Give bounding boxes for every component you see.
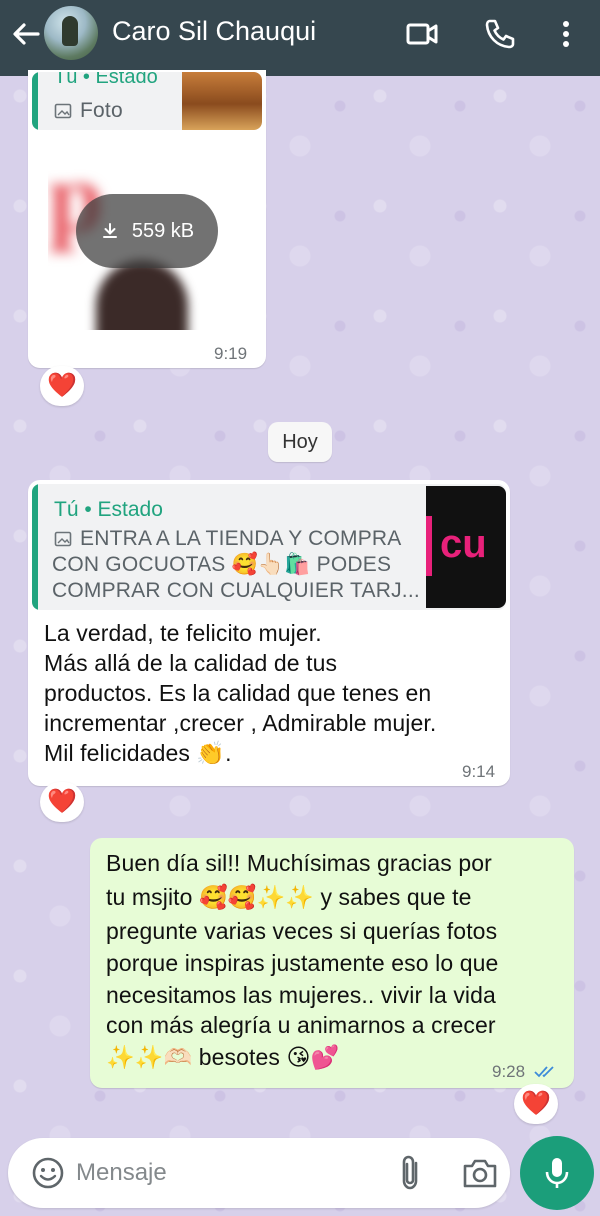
camera-icon[interactable] [460,1155,500,1191]
avatar[interactable] [44,6,98,60]
message-input[interactable] [76,1152,376,1194]
message-line: pregunte varias veces si querías fotos [106,918,498,944]
quoted-status[interactable]: Tú • Estado ENTRA A LA TIENDA Y COMPRA C… [32,484,506,610]
reaction-heart: ❤️ [521,1090,551,1117]
contact-name[interactable]: Caro Sil Chauqui [112,16,316,47]
reaction-heart: ❤️ [47,788,77,815]
message-line: porque inspiras justamente eso lo que [106,950,499,976]
message-line: con más alegría u animarnos a crecer [106,1012,496,1038]
chat-header: Caro Sil Chauqui [0,0,600,76]
quoted-sender: Tú • Estado [54,498,163,521]
mic-button[interactable] [520,1136,594,1210]
read-receipt-icon [534,1066,554,1078]
quoted-thumbnail [182,72,262,130]
message-line: Mil felicidades 👏. [44,740,232,766]
message-time: 9:14 [462,762,496,781]
quoted-text-line: CON GOCUOTAS 🥰👆🏻🛍️ PODES [52,553,392,576]
reaction-heart: ❤️ [47,372,77,399]
message-bubble-incoming[interactable]: Tú • Estado Foto p 559 kB 9:19 [28,70,266,368]
message-line: tu msjito 🥰🥰✨✨ y sabes que te [106,884,472,910]
mic-icon [545,1158,569,1188]
reaction-badge[interactable]: ❤️ [40,782,84,822]
quoted-status[interactable]: Tú • Estado Foto [32,72,262,130]
message-line: ✨✨🫶🏻 besotes 😘💕 [106,1044,340,1070]
quoted-text-line: ENTRA A LA TIENDA Y COMPRA [80,527,402,550]
message-line: Más allá de la calidad de tus [44,650,338,676]
reaction-badge[interactable]: ❤️ [514,1084,558,1124]
download-button[interactable]: 559 kB [76,194,218,268]
message-line: La verdad, te felicito mujer. [44,620,322,646]
quoted-text: Foto [80,99,123,122]
phone-icon[interactable] [482,16,518,52]
video-camera-icon[interactable] [404,16,440,52]
message-bubble-outgoing[interactable]: Buen día sil!! Muchísimas gracias por tu… [90,838,574,1088]
message-line: incrementar ,crecer , Admirable mujer. [44,710,437,736]
message-bubble-incoming[interactable]: Tú • Estado ENTRA A LA TIENDA Y COMPRA C… [28,480,510,786]
reaction-badge[interactable]: ❤️ [40,366,84,406]
message-time: 9:28 [492,1062,526,1081]
file-size: 559 kB [131,219,195,242]
message-time: 9:19 [214,344,248,363]
download-icon [102,223,117,238]
message-line: Buen día sil!! Muchísimas gracias por [106,850,492,876]
image-icon [54,103,72,119]
emoji-icon[interactable] [30,1155,66,1191]
message-line: necesitamos las mujeres.. vivir la vida [106,982,496,1008]
quoted-text-line: COMPRAR CON CUALQUIER TARJ... [52,579,420,602]
quoted-thumbnail: cu [426,486,506,608]
attach-icon[interactable] [394,1154,430,1192]
date-separator: Hoy [268,422,332,462]
thumbnail-text: cu [440,522,487,566]
quoted-sender: Tú • Estado [54,72,158,88]
composer [8,1138,510,1208]
back-arrow-icon[interactable] [10,16,42,52]
more-vert-icon[interactable] [548,16,584,52]
message-line: productos. Es la calidad que tenes en [44,680,432,706]
image-icon [54,531,72,547]
